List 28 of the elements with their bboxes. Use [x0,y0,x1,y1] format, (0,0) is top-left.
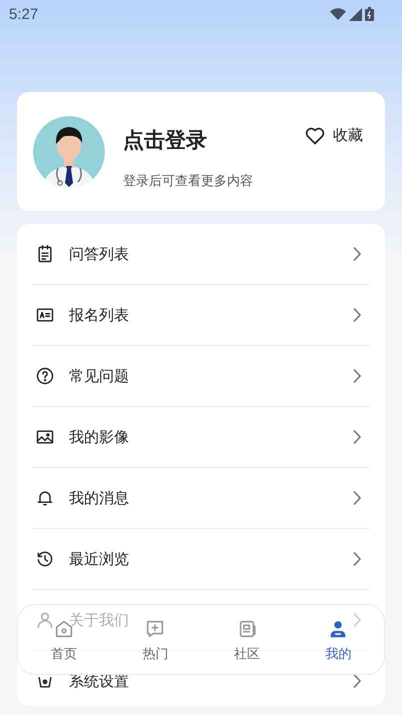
chevron-icon [351,307,363,323]
menu-item[interactable]: 常见问题 [69,368,129,384]
chevron-icon [351,490,363,506]
chevron-icon [351,429,363,445]
tab[interactable]: 社区 [201,618,292,663]
chevron-icon [351,368,363,384]
chevron-icon [351,551,363,567]
chevron-icon [351,246,363,262]
menu-item[interactable]: 报名列表 [69,307,129,323]
chevron-icon [351,673,363,689]
status-time: 5:27 [9,6,38,22]
login-title[interactable]: 点击登录 [123,126,287,154]
signal-icon [349,8,362,20]
menu-item[interactable]: 我的消息 [69,490,129,506]
login-hint: 登录后可查看更多内容 [123,172,254,190]
menu-icon [35,549,55,569]
battery-icon [365,7,374,21]
menu-item[interactable]: 问答列表 [69,246,129,262]
menu-icon [35,366,55,386]
wifi-icon [330,8,346,20]
heart-icon [305,126,325,144]
menu-item[interactable]: 我的影像 [69,429,129,445]
favorites-button[interactable]: 收藏 [305,126,363,145]
avatar-drawing[interactable] [33,116,105,188]
tab[interactable]: 我的 [292,618,384,663]
chevron-icon [351,612,363,628]
menu-icon [35,610,55,630]
menu-item[interactable]: 最近浏览 [69,551,129,567]
